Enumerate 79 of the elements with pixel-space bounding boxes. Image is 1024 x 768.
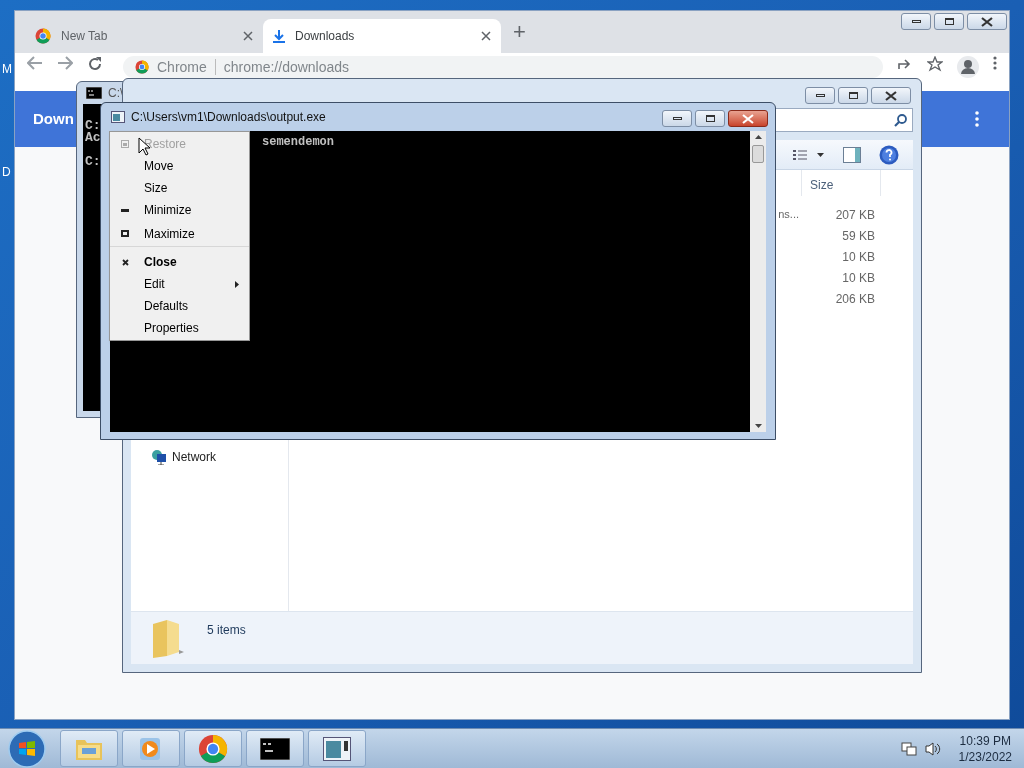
close-icon xyxy=(742,113,754,124)
menu-icon[interactable] xyxy=(993,56,997,70)
page-title: Down xyxy=(33,108,74,129)
close-icon xyxy=(121,258,129,266)
nav-item[interactable]: Network xyxy=(151,448,288,466)
scroll-thumb[interactable] xyxy=(752,145,764,163)
close-icon[interactable] xyxy=(243,31,253,41)
share-icon[interactable] xyxy=(897,56,913,70)
chrome-icon xyxy=(135,60,149,74)
maximize-button[interactable] xyxy=(934,13,964,30)
taskbar-button[interactable] xyxy=(246,730,304,767)
menu-item[interactable]: Defaults xyxy=(110,295,249,317)
forward-icon[interactable] xyxy=(57,56,73,70)
scrollbar[interactable] xyxy=(750,131,766,432)
submenu-arrow-icon xyxy=(235,280,239,288)
minimize-button[interactable] xyxy=(805,87,835,104)
menu-item[interactable]: Properties xyxy=(110,317,249,339)
browser-tab[interactable]: New Tab xyxy=(25,19,263,53)
console-line: C: xyxy=(85,120,101,132)
close-button[interactable] xyxy=(871,87,911,104)
speaker-icon[interactable] xyxy=(924,740,941,757)
star-icon[interactable] xyxy=(927,56,943,72)
close-icon xyxy=(981,16,993,27)
menu-item[interactable]: Move xyxy=(110,155,249,177)
minimize-button[interactable] xyxy=(901,13,931,30)
chrome-icon xyxy=(35,28,51,44)
menu-item[interactable]: Close xyxy=(110,251,249,273)
tab-title: Downloads xyxy=(295,28,356,45)
menu-item[interactable]: Minimize xyxy=(110,199,249,221)
close-button[interactable] xyxy=(967,13,1007,30)
scroll-down-icon[interactable] xyxy=(754,424,762,428)
url-text: chrome://downloads xyxy=(223,57,350,77)
tab-title: New Tab xyxy=(61,28,109,45)
file-size: 59 KB xyxy=(841,227,876,245)
item-count: 5 items xyxy=(207,622,246,639)
menu-item[interactable]: Size xyxy=(110,177,249,199)
preview-pane-icon[interactable] xyxy=(843,146,861,163)
minimize-icon xyxy=(121,208,129,212)
file-size: 10 KB xyxy=(841,269,876,287)
close-button[interactable] xyxy=(728,110,768,127)
profile-icon[interactable] xyxy=(957,56,979,78)
console-line: Ac xyxy=(85,132,101,144)
window-icon xyxy=(323,736,351,761)
more-icon[interactable] xyxy=(975,111,979,127)
search-icon[interactable] xyxy=(894,113,907,127)
console-line: C: xyxy=(85,156,101,168)
browser-tab[interactable]: Downloads xyxy=(263,19,501,53)
restore-icon xyxy=(121,140,129,148)
file-size: 10 KB xyxy=(841,248,876,266)
maximize-icon xyxy=(121,230,129,237)
maximize-button[interactable] xyxy=(838,87,868,104)
view-options-icon[interactable] xyxy=(793,148,825,161)
site-label: Chrome xyxy=(157,57,207,77)
minimize-button[interactable] xyxy=(662,110,692,127)
chrome-icon xyxy=(198,733,228,764)
clock[interactable]: 10:39 PM 1/23/2022 xyxy=(958,732,1012,765)
desktop-icon-label[interactable]: D xyxy=(2,163,11,181)
menu-item[interactable]: Maximize xyxy=(110,221,249,247)
column-header[interactable]: Size xyxy=(801,170,881,196)
close-icon xyxy=(885,90,897,101)
file-size: 207 KB xyxy=(834,206,876,224)
taskbar-button[interactable] xyxy=(308,730,366,767)
start-button[interactable] xyxy=(6,729,48,768)
help-icon[interactable] xyxy=(879,144,899,165)
window-title: C:\Users\vm1\Downloads\output.exe xyxy=(131,109,326,126)
menu-item[interactable]: Edit xyxy=(110,273,249,295)
close-icon[interactable] xyxy=(481,31,491,41)
console-output: semendemon xyxy=(262,134,335,151)
file-name: ns... xyxy=(778,207,799,223)
console-icon xyxy=(86,87,102,99)
download-icon xyxy=(273,29,285,43)
file-size: 206 KB xyxy=(834,290,876,308)
desktop-icon-label[interactable]: M xyxy=(2,60,12,78)
window-icon xyxy=(111,111,125,123)
maximize-button[interactable] xyxy=(695,110,725,127)
console-icon xyxy=(260,737,290,760)
back-icon[interactable] xyxy=(27,56,43,70)
reload-icon[interactable] xyxy=(87,56,103,72)
new-tab-button[interactable]: + xyxy=(513,21,526,43)
